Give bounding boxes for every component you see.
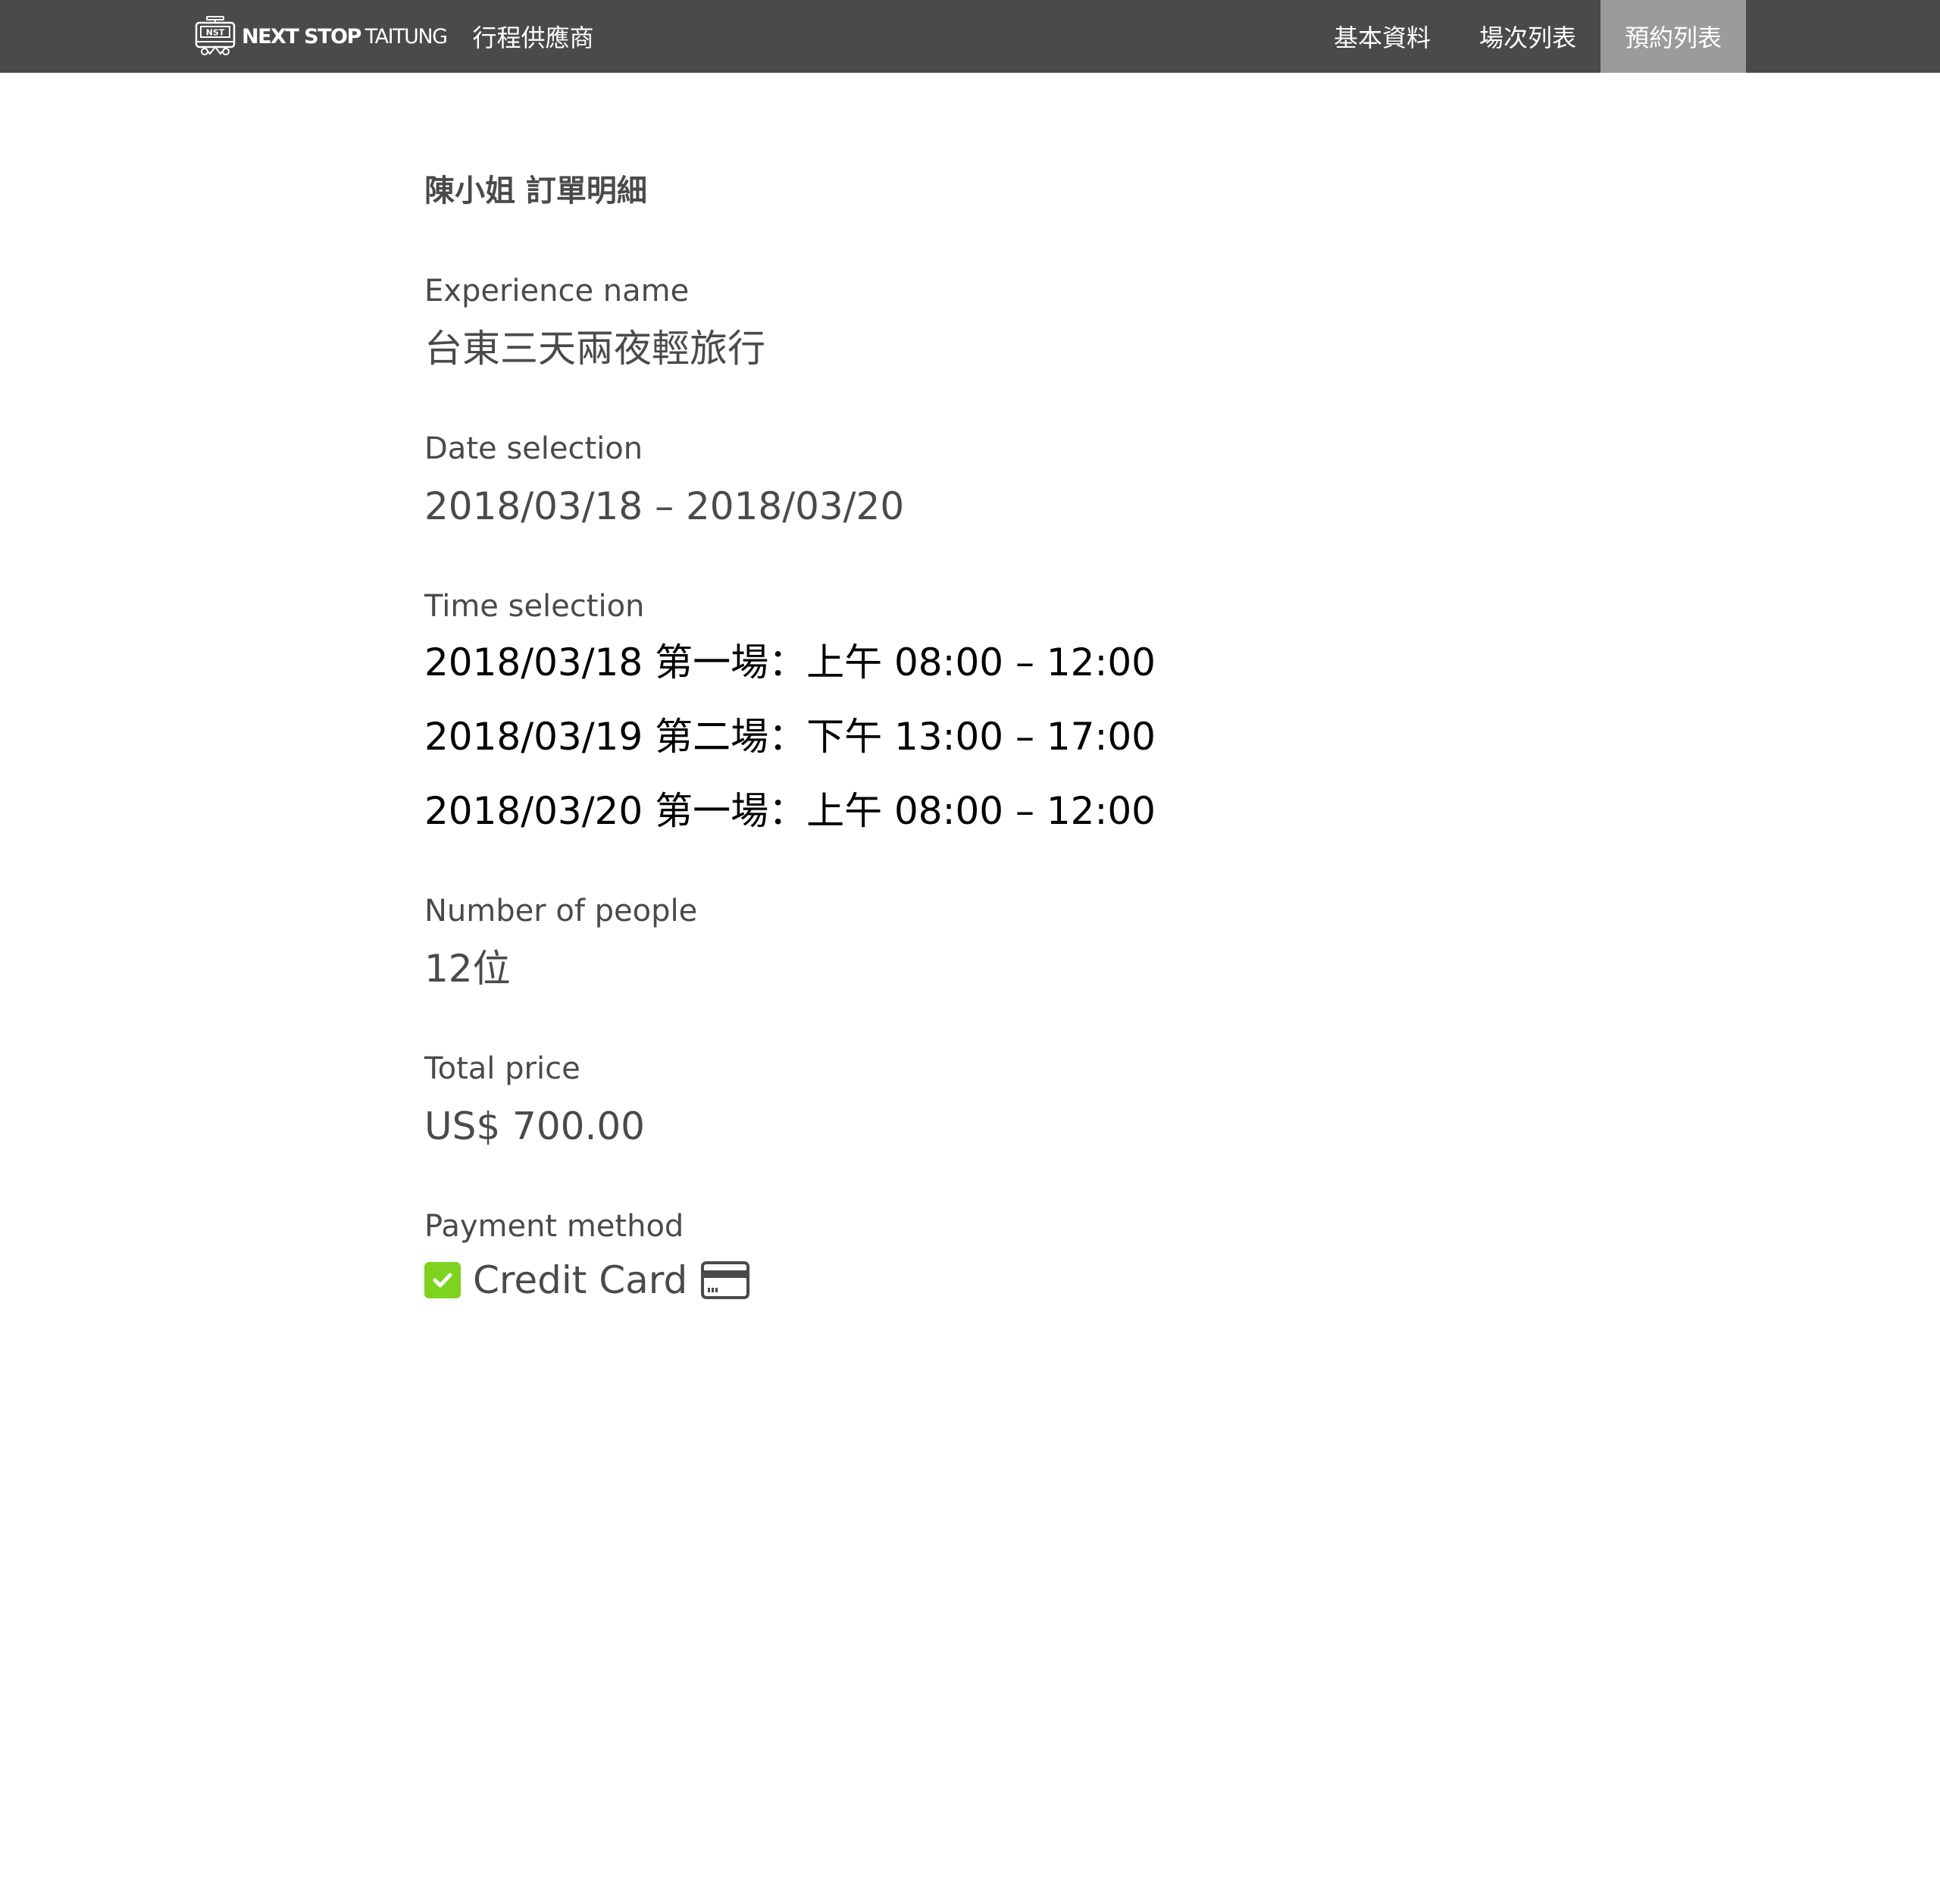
- checkbox-checked-icon: [424, 1262, 461, 1298]
- payment-value: Credit Card: [473, 1258, 688, 1302]
- time-slot: 2018/03/19 第二場：下午 13:00 – 17:00: [424, 715, 1156, 759]
- date-field: Date selection 2018/03/18 – 2018/03/20: [424, 427, 1561, 534]
- brand[interactable]: NST NEXT STOP TAITUNG 行程供應商: [193, 0, 594, 73]
- time-label: Time selection: [424, 589, 645, 624]
- experience-value: 台東三天兩夜輕旅行: [424, 327, 765, 371]
- price-field: Total price US$ 700.00: [424, 1048, 1561, 1154]
- people-label: Number of people: [424, 894, 698, 929]
- logo-text-bold: NEXT STOP: [242, 24, 361, 49]
- logo-text-thin: TAITUNG: [365, 24, 448, 49]
- credit-card-icon: [701, 1261, 750, 1299]
- train-logo-icon: NST: [195, 16, 236, 55]
- nav-item-basic-info[interactable]: 基本資料: [1310, 0, 1455, 73]
- time-slot: 2018/03/20 第一場：上午 08:00 – 12:00: [424, 789, 1156, 833]
- main-nav: 基本資料 場次列表 預約列表: [1310, 0, 1746, 73]
- page-title: 陳小姐 訂單明細: [424, 174, 647, 208]
- nav-item-session-list[interactable]: 場次列表: [1455, 0, 1600, 73]
- time-slot: 2018/03/18 第一場：上午 08:00 – 12:00: [424, 640, 1156, 684]
- time-field: Time selection 2018/03/18 第一場：上午 08:00 –…: [424, 585, 1561, 838]
- payment-field: Payment method Credit Card: [424, 1205, 1561, 1302]
- date-label: Date selection: [424, 431, 643, 466]
- payment-method: Credit Card: [424, 1258, 1561, 1302]
- people-value: 12位: [424, 947, 511, 991]
- nav-item-booking-list[interactable]: 預約列表: [1600, 0, 1746, 73]
- time-slot-list: 2018/03/18 第一場：上午 08:00 – 12:00 2018/03/…: [424, 635, 1561, 838]
- portal-title: 行程供應商: [472, 23, 594, 52]
- date-value: 2018/03/18 – 2018/03/20: [424, 484, 905, 528]
- top-navbar: NST NEXT STOP TAITUNG 行程供應商 基本資料 場次列表 預約列…: [0, 0, 1940, 73]
- experience-field: Experience name 台東三天兩夜輕旅行: [424, 270, 1561, 376]
- people-field: Number of people 12位: [424, 890, 1561, 996]
- price-label: Total price: [424, 1051, 580, 1086]
- payment-label: Payment method: [424, 1209, 684, 1244]
- price-value: US$ 700.00: [424, 1104, 645, 1148]
- logo-badge-text: NST: [206, 28, 225, 38]
- order-details: 陳小姐 訂單明細 Experience name 台東三天兩夜輕旅行 Date …: [424, 167, 1561, 1354]
- experience-label: Experience name: [424, 274, 690, 308]
- logo-text: NEXT STOP TAITUNG: [242, 24, 448, 49]
